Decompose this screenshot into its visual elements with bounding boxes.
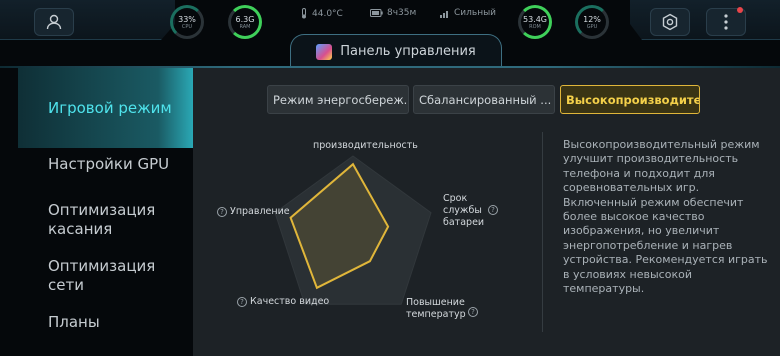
top-left-plate [0, 0, 175, 40]
mode-label: Сбалансированный ... [419, 92, 552, 107]
gpu-value: 12% [583, 14, 601, 24]
signal-value: Сильный [454, 8, 497, 18]
radar-label-video: ? Качество видео [237, 296, 329, 308]
battery-status: 8ч35м [370, 8, 416, 18]
sidebar-item-touch-optimization[interactable]: Оптимизация касания [18, 201, 168, 239]
help-icon[interactable]: ? [237, 296, 247, 307]
control-panel-header: Панель управления [290, 34, 502, 68]
battery-icon [370, 9, 383, 17]
help-icon[interactable]: ? [468, 307, 478, 317]
hexagon-settings-icon [662, 13, 678, 31]
vertical-divider [542, 132, 543, 332]
help-icon[interactable]: ? [488, 205, 498, 215]
sidebar-item-network-optimization[interactable]: Оптимизация сети [18, 257, 168, 295]
performance-radar-chart [274, 155, 432, 305]
temperature-status: 44.0°C [300, 8, 343, 19]
sidebar: Игровой режим Настройки GPU Оптимизация … [18, 68, 193, 356]
sidebar-item-label: Настройки GPU [48, 155, 170, 173]
cpu-gauge: 33% CPU [170, 5, 204, 39]
battery-time: 8ч35м [387, 8, 417, 18]
game-app-icon [316, 43, 333, 60]
rom-value: 53.4G [522, 14, 547, 24]
sidebar-item-label: Планы [48, 313, 100, 331]
radar-label-performance: производительность [313, 140, 418, 152]
thermometer-icon [302, 8, 306, 19]
panel-title: Панель управления [340, 44, 476, 59]
ram-gauge: 6.3G RAM [228, 5, 262, 39]
sidebar-item-plans[interactable]: Планы [18, 313, 193, 332]
ram-value: 6.3G [235, 14, 255, 24]
mode-description: Высокопроизводительный режим улучшит про… [563, 138, 768, 296]
cpu-value: 33% [178, 14, 196, 24]
gpu-label: GPU [586, 23, 598, 30]
gpu-gauge: 12% GPU [575, 5, 609, 39]
radar-label-video-text: Качество видео [250, 296, 330, 307]
sidebar-item-gpu-settings[interactable]: Настройки GPU [18, 155, 193, 174]
mode-balanced-button[interactable]: Сбалансированный ... [413, 85, 555, 114]
radar-label-heating: Повышение температур ? [406, 297, 478, 323]
radar-label-performance-text: производительность [313, 140, 418, 151]
temperature-value: 44.0°C [312, 8, 343, 19]
user-icon [46, 14, 62, 30]
mode-power-saving-button[interactable]: Режим энергосбереж... [267, 85, 409, 114]
mode-label: Высокопроизводите... [566, 92, 700, 107]
notification-dot [737, 7, 743, 13]
cpu-label: CPU [181, 23, 193, 30]
settings-button[interactable] [650, 8, 690, 36]
mode-label: Режим энергосбереж... [273, 92, 409, 107]
more-vertical-icon [724, 14, 728, 30]
profile-button[interactable] [34, 8, 74, 36]
radar-label-battery-text: Срок службы батареи [443, 193, 485, 228]
sidebar-item-label: Оптимизация сети [48, 257, 156, 294]
radar-label-control-text: Управление [230, 206, 290, 217]
mode-high-performance-button[interactable]: Высокопроизводите... [560, 85, 700, 114]
rom-label: ROM [529, 23, 541, 30]
signal-status: Сильный [440, 8, 496, 18]
game-mode-panel: Режим энергосбереж... Сбалансированный .… [193, 68, 780, 356]
radar-label-heating-text: Повышение температур [406, 297, 466, 320]
ram-label: RAM [239, 23, 251, 30]
radar-label-battery: Срок службы батареи ? [443, 193, 513, 229]
sidebar-item-label: Оптимизация касания [48, 201, 156, 238]
rom-gauge: 53.4G ROM [518, 5, 552, 39]
help-icon[interactable]: ? [217, 206, 227, 217]
sidebar-item-game-mode[interactable]: Игровой режим [18, 68, 193, 148]
radar-label-control: ? Управление [217, 206, 290, 218]
more-menu-button[interactable] [706, 7, 746, 36]
sidebar-item-label: Игровой режим [48, 98, 172, 117]
signal-icon [440, 10, 448, 18]
